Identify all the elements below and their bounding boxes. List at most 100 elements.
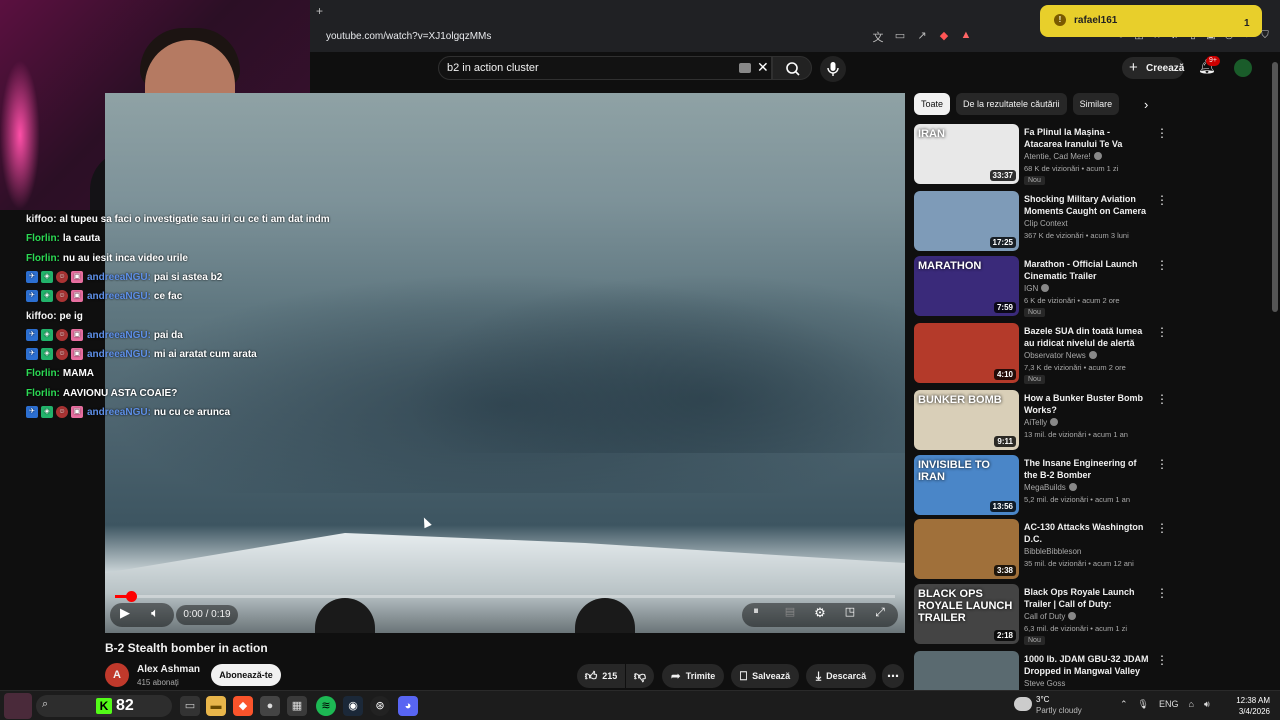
- video-thumbnail[interactable]: 4:10: [914, 323, 1019, 383]
- more-vertical-icon[interactable]: ⋮: [1156, 258, 1168, 272]
- more-vertical-icon[interactable]: ⋮: [1156, 457, 1168, 471]
- recommendation-title[interactable]: Fa Plinul la Mașina - Atacarea Iranului …: [1024, 126, 1150, 150]
- store-icon[interactable]: ▦: [287, 696, 307, 716]
- weather-temp[interactable]: 3°C: [1036, 695, 1049, 704]
- menu-icon[interactable]: ≡: [1276, 30, 1280, 41]
- video-thumbnail[interactable]: INVISIBLE TO IRAN 13:56: [914, 455, 1019, 515]
- chat-username[interactable]: andreeaNGU:: [87, 407, 151, 418]
- steam-icon[interactable]: ◉: [343, 696, 363, 716]
- translate-icon[interactable]: 文: [870, 29, 886, 45]
- chat-username[interactable]: Florlin:: [26, 233, 60, 244]
- volume-icon[interactable]: 🔊︎: [1204, 699, 1210, 710]
- channel-name[interactable]: Alex Ashman: [137, 664, 200, 675]
- more-vertical-icon[interactable]: ⋮: [1156, 193, 1168, 207]
- recommendation-title[interactable]: Marathon - Official Launch Cinematic Tra…: [1024, 258, 1150, 282]
- recommendation-item[interactable]: BLACK OPS ROYALE LAUNCH TRAILER 2:18 Black…: [914, 584, 1259, 646]
- more-vertical-icon[interactable]: ⋮: [1156, 126, 1168, 140]
- taskbar-search[interactable]: ⌕ K 82: [36, 695, 172, 717]
- chevron-up-icon[interactable]: ⌃: [1120, 699, 1128, 710]
- recommendation-item[interactable]: MARATHON 7:59 Marathon - Official Launch C…: [914, 256, 1259, 318]
- video-player[interactable]: [105, 93, 905, 633]
- chat-username[interactable]: Florlin:: [26, 368, 60, 379]
- voice-search-button[interactable]: [820, 56, 846, 82]
- follower-notification[interactable]: ! rafael161 1: [1040, 5, 1262, 37]
- weather-desc[interactable]: Partly cloudy: [1036, 706, 1082, 715]
- subscribe-button[interactable]: Abonează-te: [211, 664, 281, 686]
- language-indicator[interactable]: ENG: [1159, 699, 1179, 710]
- clear-icon[interactable]: ✕: [757, 59, 769, 76]
- recommendation-item[interactable]: 4:10 Bazele SUA din toată lumea au ridica…: [914, 323, 1259, 385]
- dislike-button[interactable]: 👎︎: [626, 664, 654, 688]
- video-thumbnail[interactable]: MARATHON 7:59: [914, 256, 1019, 316]
- more-vertical-icon[interactable]: ⋮: [1156, 325, 1168, 339]
- chip-all[interactable]: Toate: [914, 93, 951, 115]
- video-thumbnail[interactable]: BLACK OPS ROYALE LAUNCH TRAILER 2:18: [914, 584, 1019, 644]
- recommendation-item[interactable]: 3:38 AC-130 Attacks Washington D.C. Bibble…: [914, 519, 1259, 581]
- recommendation-title[interactable]: The Insane Engineering of the B-2 Bomber: [1024, 457, 1150, 481]
- search-button[interactable]: [772, 56, 812, 80]
- chat-username[interactable]: kiffoo:: [26, 214, 57, 225]
- obs-icon[interactable]: ●: [260, 696, 280, 716]
- chip-from-search[interactable]: De la rezultatele căutării: [956, 93, 1067, 115]
- recommendation-item[interactable]: 17:25 Shocking Military Aviation Moments …: [914, 191, 1259, 253]
- save-button[interactable]: ⎕ Salvează: [731, 664, 799, 688]
- network-icon[interactable]: ⌂: [1189, 699, 1194, 710]
- video-thumbnail[interactable]: 17:25: [914, 191, 1019, 251]
- share-icon[interactable]: ↗: [914, 29, 930, 45]
- url-text[interactable]: youtube.com/watch?v=XJ1olgqzMMs: [326, 31, 491, 42]
- github-icon[interactable]: ⊛: [370, 696, 390, 716]
- search-input[interactable]: b2 in action cluster ✕: [438, 56, 772, 80]
- progress-bar[interactable]: [115, 591, 895, 602]
- recommendation-channel[interactable]: MegaBuilds: [1024, 483, 1077, 492]
- settings-icon[interactable]: ⚙: [810, 605, 830, 625]
- chip-related[interactable]: Similare: [1072, 93, 1120, 115]
- volume-icon[interactable]: 🔈︎: [146, 605, 164, 625]
- progress-knob[interactable]: [126, 591, 137, 602]
- chat-username[interactable]: andreeaNGU:: [87, 330, 151, 341]
- cast-icon[interactable]: ▭: [892, 29, 908, 45]
- chat-username[interactable]: kiffoo:: [26, 311, 57, 322]
- channel-avatar[interactable]: A: [105, 663, 129, 687]
- more-vertical-icon[interactable]: ⋮: [1156, 586, 1168, 600]
- recommendation-channel[interactable]: Steve Goss: [1024, 679, 1065, 688]
- like-button[interactable]: 👍︎ 215: [577, 664, 625, 688]
- scrollbar[interactable]: [1272, 52, 1278, 688]
- chat-username[interactable]: Florlin:: [26, 253, 60, 264]
- user-avatar[interactable]: [4, 693, 32, 719]
- video-thumbnail[interactable]: 3:38: [914, 519, 1019, 579]
- recommendation-item[interactable]: IRAN 33:37 Fa Plinul la Mașina - Atacarea …: [914, 124, 1259, 186]
- recommendation-channel[interactable]: Atentie, Cad Mere!: [1024, 152, 1102, 161]
- miniplayer-icon[interactable]: ◳: [840, 605, 860, 625]
- download-button[interactable]: ⤓ Descarcă: [806, 664, 876, 688]
- video-thumbnail[interactable]: IRAN 33:37: [914, 124, 1019, 184]
- spotify-icon[interactable]: ≋: [316, 696, 336, 716]
- chat-username[interactable]: andreeaNGU:: [87, 349, 151, 360]
- recommendation-item[interactable]: INVISIBLE TO IRAN 13:56 The Insane Enginee…: [914, 455, 1259, 517]
- chevron-right-icon[interactable]: ›: [1144, 97, 1148, 112]
- keyboard-icon[interactable]: [739, 63, 751, 73]
- file-explorer-icon[interactable]: ▬: [206, 696, 226, 716]
- recommendation-title[interactable]: AC-130 Attacks Washington D.C.: [1024, 521, 1150, 545]
- recommendation-channel[interactable]: BibbleBibbleson: [1024, 547, 1081, 556]
- play-icon[interactable]: ▶: [116, 605, 134, 625]
- clock[interactable]: 12:38 AM 3/4/2026: [1236, 695, 1270, 717]
- create-button[interactable]: + Creează: [1122, 57, 1184, 79]
- search-query[interactable]: b2 in action cluster: [447, 62, 539, 74]
- brave-rewards-icon[interactable]: ▲: [958, 29, 974, 45]
- recommendation-title[interactable]: Bazele SUA din toată lumea au ridicat ni…: [1024, 325, 1150, 349]
- task-view-icon[interactable]: ▭: [180, 696, 200, 716]
- chat-username[interactable]: Florlin:: [26, 388, 60, 399]
- brave-browser-icon[interactable]: ◆: [233, 696, 253, 716]
- more-vertical-icon[interactable]: ⋮: [1156, 653, 1168, 667]
- recommendation-channel[interactable]: IGN: [1024, 284, 1050, 293]
- brave-shield-icon[interactable]: ◆: [936, 29, 952, 45]
- autoplay-icon[interactable]: ⏸: [746, 605, 766, 625]
- chat-username[interactable]: andreeaNGU:: [87, 291, 151, 302]
- discord-icon[interactable]: ◕: [398, 696, 418, 716]
- more-vertical-icon[interactable]: ⋮: [1156, 392, 1168, 406]
- fullscreen-icon[interactable]: ⤢: [870, 605, 890, 625]
- chat-username[interactable]: andreeaNGU:: [87, 272, 151, 283]
- video-thumbnail[interactable]: BUNKER BOMB 9:11: [914, 390, 1019, 450]
- recommendation-item[interactable]: BUNKER BOMB 9:11 How a Bunker Buster Bomb …: [914, 390, 1259, 452]
- new-tab-button[interactable]: +: [316, 4, 323, 18]
